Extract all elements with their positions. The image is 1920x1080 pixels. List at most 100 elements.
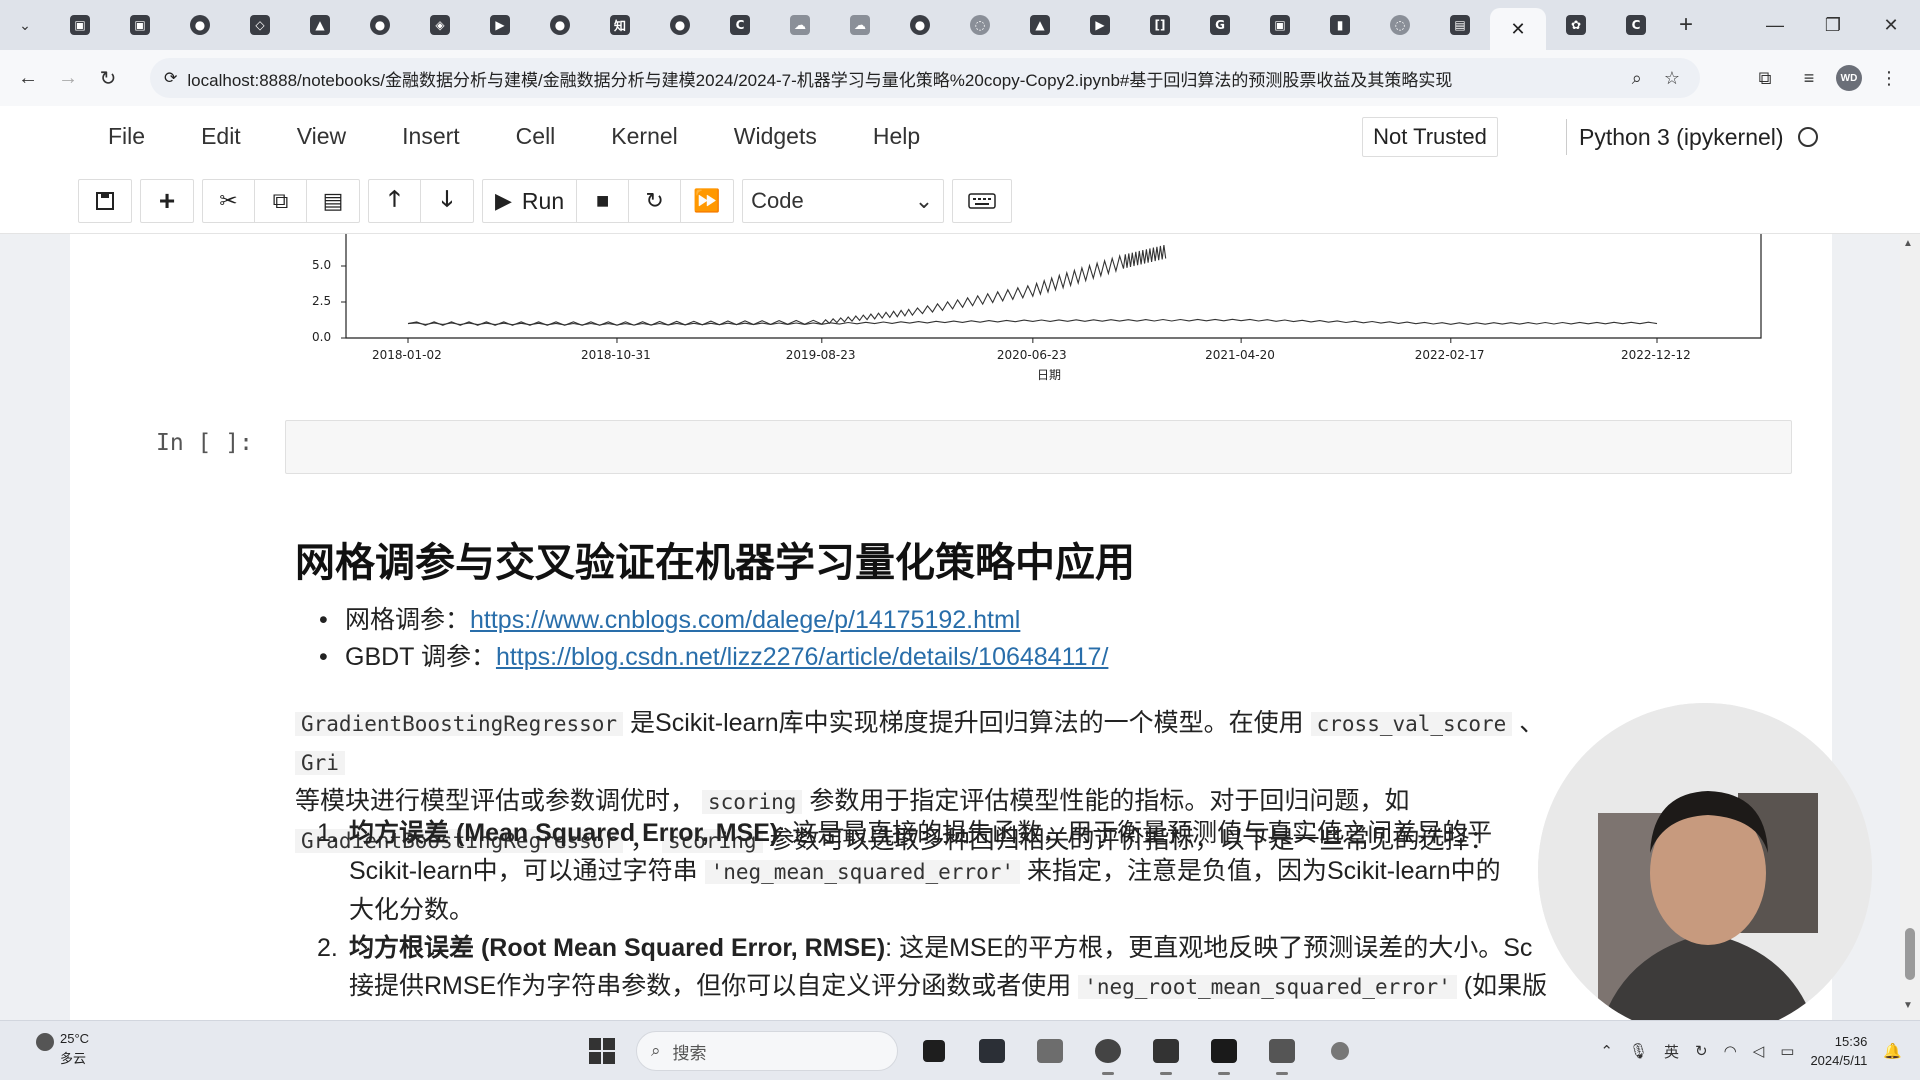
url-text[interactable]: localhost:8888/notebooks/金融数据分析与建模/金融数据分… (187, 66, 1547, 91)
google-icon: G (1210, 15, 1230, 35)
browser-tab[interactable]: ▮ (1310, 0, 1370, 50)
browser-tab[interactable]: ▲ (1010, 0, 1070, 50)
scrollbar-thumb[interactable] (1905, 928, 1915, 980)
restore-icon[interactable]: ❐ (1804, 0, 1862, 50)
kernel-indicator[interactable]: Python 3 (ipykernel) (1566, 119, 1818, 155)
close-tab-icon[interactable]: ✕ (1510, 19, 1525, 40)
menu-file[interactable]: File (80, 118, 173, 154)
scroll-up-arrow-icon[interactable]: ▲ (1903, 238, 1913, 249)
reading-list-icon[interactable]: ≡ (1792, 61, 1826, 95)
browser-tab[interactable]: ● (890, 0, 950, 50)
minimize-icon[interactable]: — (1746, 0, 1804, 50)
browser-tab[interactable]: ● (170, 0, 230, 50)
cell-prompt: In [ ]: (156, 430, 253, 456)
restart-icon[interactable]: ↻ (629, 180, 682, 222)
app-terminal[interactable] (970, 1029, 1014, 1073)
app-notes[interactable] (912, 1029, 956, 1073)
cnblogs-link[interactable]: https://www.cnblogs.com/dalege/p/1417519… (470, 606, 1020, 634)
browser-tab[interactable]: C (1606, 0, 1666, 50)
browser-tab[interactable]: [] (1130, 0, 1190, 50)
save-icon[interactable] (79, 180, 131, 222)
menu-kernel[interactable]: Kernel (583, 118, 705, 154)
browser-tab[interactable]: ◇ (230, 0, 290, 50)
browser-tab[interactable]: ▣ (110, 0, 170, 50)
browser-tab[interactable]: ● (530, 0, 590, 50)
tab-search-chevron-icon[interactable]: ⌄ (0, 0, 50, 50)
active-tab[interactable]: ✕ (1490, 8, 1546, 50)
browser-tab[interactable]: 知 (590, 0, 650, 50)
close-window-icon[interactable]: ✕ (1862, 0, 1920, 50)
trust-indicator[interactable]: Not Trusted (1362, 117, 1498, 157)
kernel-name: Python 3 (ipykernel) (1579, 123, 1784, 150)
console-icon (1211, 1039, 1237, 1063)
app-wps[interactable] (1260, 1029, 1304, 1075)
extensions-icon[interactable]: ⧉ (1748, 61, 1782, 95)
csdn-link[interactable]: https://blog.csdn.net/lizz2276/article/d… (496, 643, 1108, 671)
menu-cell[interactable]: Cell (488, 118, 584, 154)
browser-tab[interactable]: ◌ (950, 0, 1010, 50)
copy-icon[interactable]: ⧉ (255, 180, 307, 222)
keyboard-icon[interactable] (952, 179, 1013, 223)
browser-tab[interactable]: ▤ (1430, 0, 1490, 50)
notification-icon[interactable]: 🔔 (1883, 1042, 1902, 1060)
battery-icon[interactable]: ▭ (1780, 1042, 1794, 1060)
browser-tab[interactable]: C (710, 0, 770, 50)
browser-tab[interactable]: ● (650, 0, 710, 50)
site-info-icon[interactable]: ⟳ (164, 68, 177, 88)
browser-tab[interactable]: ▣ (50, 0, 110, 50)
browser-tab[interactable]: ▣ (1250, 0, 1310, 50)
menu-help[interactable]: Help (845, 118, 948, 154)
taskbar-search[interactable]: ⌕ 搜索 (636, 1031, 898, 1071)
sync-icon[interactable]: ↻ (1695, 1042, 1708, 1060)
cell-type-select[interactable]: Code ⌄ (742, 179, 945, 223)
run-button[interactable]: ▶ Run (483, 180, 578, 222)
fast-forward-icon[interactable]: ⏩ (681, 180, 733, 222)
microphone-icon[interactable]: 🎙 (1629, 1042, 1648, 1060)
browser-tab[interactable]: ◈ (410, 0, 470, 50)
browser-tab[interactable]: ● (350, 0, 410, 50)
app-media[interactable] (1144, 1029, 1188, 1075)
browser-tab[interactable]: ▶ (1070, 0, 1130, 50)
script-icon: ◇ (250, 15, 270, 35)
address-bar[interactable]: ⟳ localhost:8888/notebooks/金融数据分析与建模/金融数… (150, 58, 1700, 98)
weather-widget[interactable]: 25°C 多云 (36, 1029, 89, 1069)
move-down-icon[interactable]: 🡓 (421, 180, 473, 222)
insert-cell-icon[interactable]: + (141, 180, 193, 222)
browser-tab[interactable]: ☁ (770, 0, 830, 50)
ime-icon[interactable]: 英 (1664, 1041, 1679, 1062)
wifi-icon[interactable]: ◠ (1724, 1042, 1737, 1060)
volume-icon[interactable]: ◁ (1753, 1042, 1765, 1060)
clock[interactable]: 15:36 2024/5/11 (1810, 1032, 1867, 1070)
empty-code-cell[interactable] (285, 420, 1792, 474)
scroll-down-arrow-icon[interactable]: ▼ (1903, 1000, 1913, 1011)
menu-edit[interactable]: Edit (173, 118, 269, 154)
browser-menu-icon[interactable]: ⋮ (1872, 61, 1906, 95)
menu-widgets[interactable]: Widgets (706, 118, 845, 154)
browser-tab[interactable]: ✿ (1546, 0, 1606, 50)
scrollbar-track[interactable] (1900, 234, 1920, 1020)
menu-insert[interactable]: Insert (374, 118, 488, 154)
back-icon[interactable]: ← (8, 58, 48, 98)
paste-icon[interactable]: ▤ (307, 180, 359, 222)
new-tab-button[interactable]: + (1666, 0, 1706, 50)
move-up-icon[interactable]: 🡑 (369, 180, 421, 222)
zoom-icon[interactable]: ⌕ (1632, 68, 1642, 89)
app-chrome[interactable] (1086, 1029, 1130, 1075)
tray-overflow-icon[interactable]: ⌃ (1600, 1042, 1613, 1060)
menu-view[interactable]: View (269, 118, 374, 154)
reload-icon[interactable]: ↻ (88, 58, 128, 98)
browser-tab[interactable]: ◌ (1370, 0, 1430, 50)
browser-tab[interactable]: G (1190, 0, 1250, 50)
app-recorder[interactable] (1318, 1029, 1362, 1073)
browser-tab[interactable]: ▲ (290, 0, 350, 50)
app-file-explorer[interactable] (1028, 1029, 1072, 1073)
cut-icon[interactable]: ✂ (203, 180, 255, 222)
browser-tab[interactable]: ☁ (830, 0, 890, 50)
start-icon[interactable] (582, 1031, 622, 1071)
browser-tab[interactable]: ▶ (470, 0, 530, 50)
bookmark-star-icon[interactable]: ☆ (1664, 68, 1680, 89)
profile-avatar[interactable]: WD (1836, 65, 1862, 91)
forward-icon[interactable]: → (48, 58, 88, 98)
interrupt-icon[interactable]: ■ (577, 180, 630, 222)
app-console[interactable] (1202, 1029, 1246, 1075)
